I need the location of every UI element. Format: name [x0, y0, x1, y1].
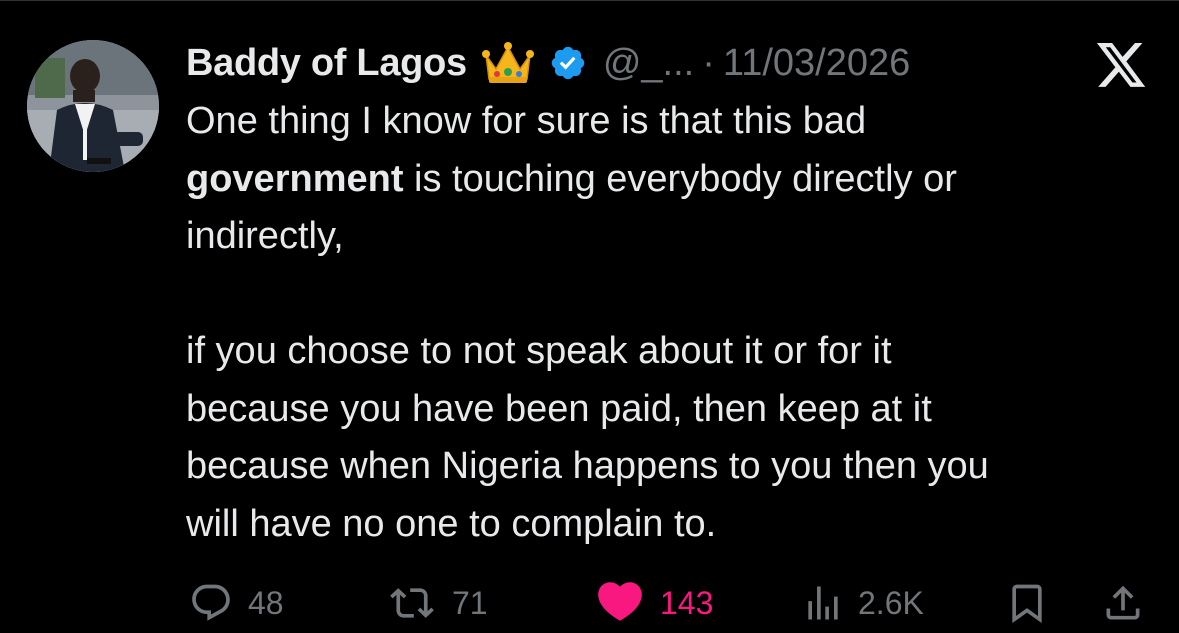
text-line: government is touching everybody directl… [186, 151, 1156, 209]
x-logo-icon[interactable] [1096, 43, 1148, 89]
like-count: 143 [660, 584, 714, 621]
crown-icon [481, 42, 534, 83]
repost-count: 71 [452, 584, 488, 621]
action-bar: 48 71 143 2.6K [0, 579, 1179, 627]
reply-count: 48 [248, 584, 284, 621]
share-icon [1106, 585, 1140, 620]
share-button[interactable] [1100, 579, 1158, 627]
avatar-image [27, 40, 159, 172]
text-line: if you choose to not speak about it or f… [186, 330, 892, 372]
text-line: indirectly, [186, 215, 344, 257]
post-header: Baddy of Lagos @_... · 11/03/2026 [186, 37, 910, 89]
reply-icon [192, 584, 230, 621]
views-icon [808, 586, 838, 620]
post-card: Baddy of Lagos @_... · 11/03/2026 One th… [0, 0, 1179, 633]
repost-icon [390, 588, 434, 618]
bookmark-icon [1012, 584, 1042, 624]
like-button[interactable]: 143 [592, 579, 713, 627]
reply-button[interactable]: 48 [186, 579, 284, 627]
bold-word: government [186, 157, 404, 200]
text-line: because when Nigeria happens to you then… [186, 445, 989, 487]
verified-badge-icon [551, 46, 585, 80]
post-date[interactable]: 11/03/2026 [723, 42, 910, 85]
text-line: One thing I know for sure is that this b… [186, 100, 867, 142]
views-count: 2.6K [858, 584, 924, 621]
separator-dot: · [702, 41, 715, 84]
avatar[interactable] [27, 40, 159, 172]
author-handle[interactable]: @_... [603, 42, 694, 85]
repost-button[interactable]: 71 [384, 579, 488, 627]
views-button[interactable]: 2.6K [800, 579, 924, 627]
post-text: One thing I know for sure is that this b… [186, 93, 1156, 553]
text-line: will have no one to complain to. [186, 502, 717, 545]
text-line: because you have been paid, then keep at… [186, 387, 932, 430]
heart-icon [598, 582, 642, 621]
bookmark-button[interactable] [1004, 579, 1062, 627]
author-name[interactable]: Baddy of Lagos [186, 42, 467, 85]
text-fragment: is touching everybody directly or [403, 157, 957, 200]
